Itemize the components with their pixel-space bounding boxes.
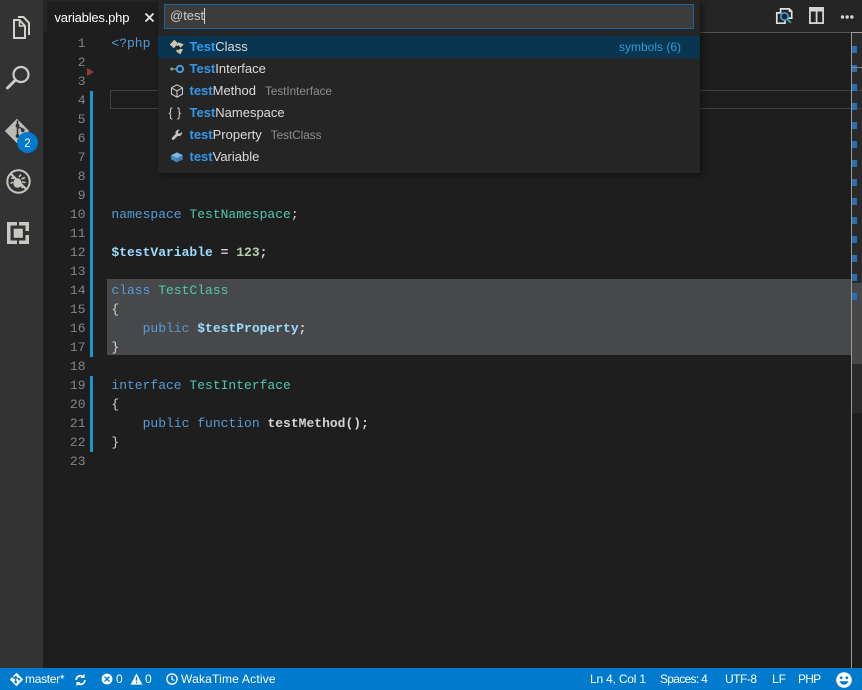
svg-text:2: 2 <box>24 138 30 150</box>
